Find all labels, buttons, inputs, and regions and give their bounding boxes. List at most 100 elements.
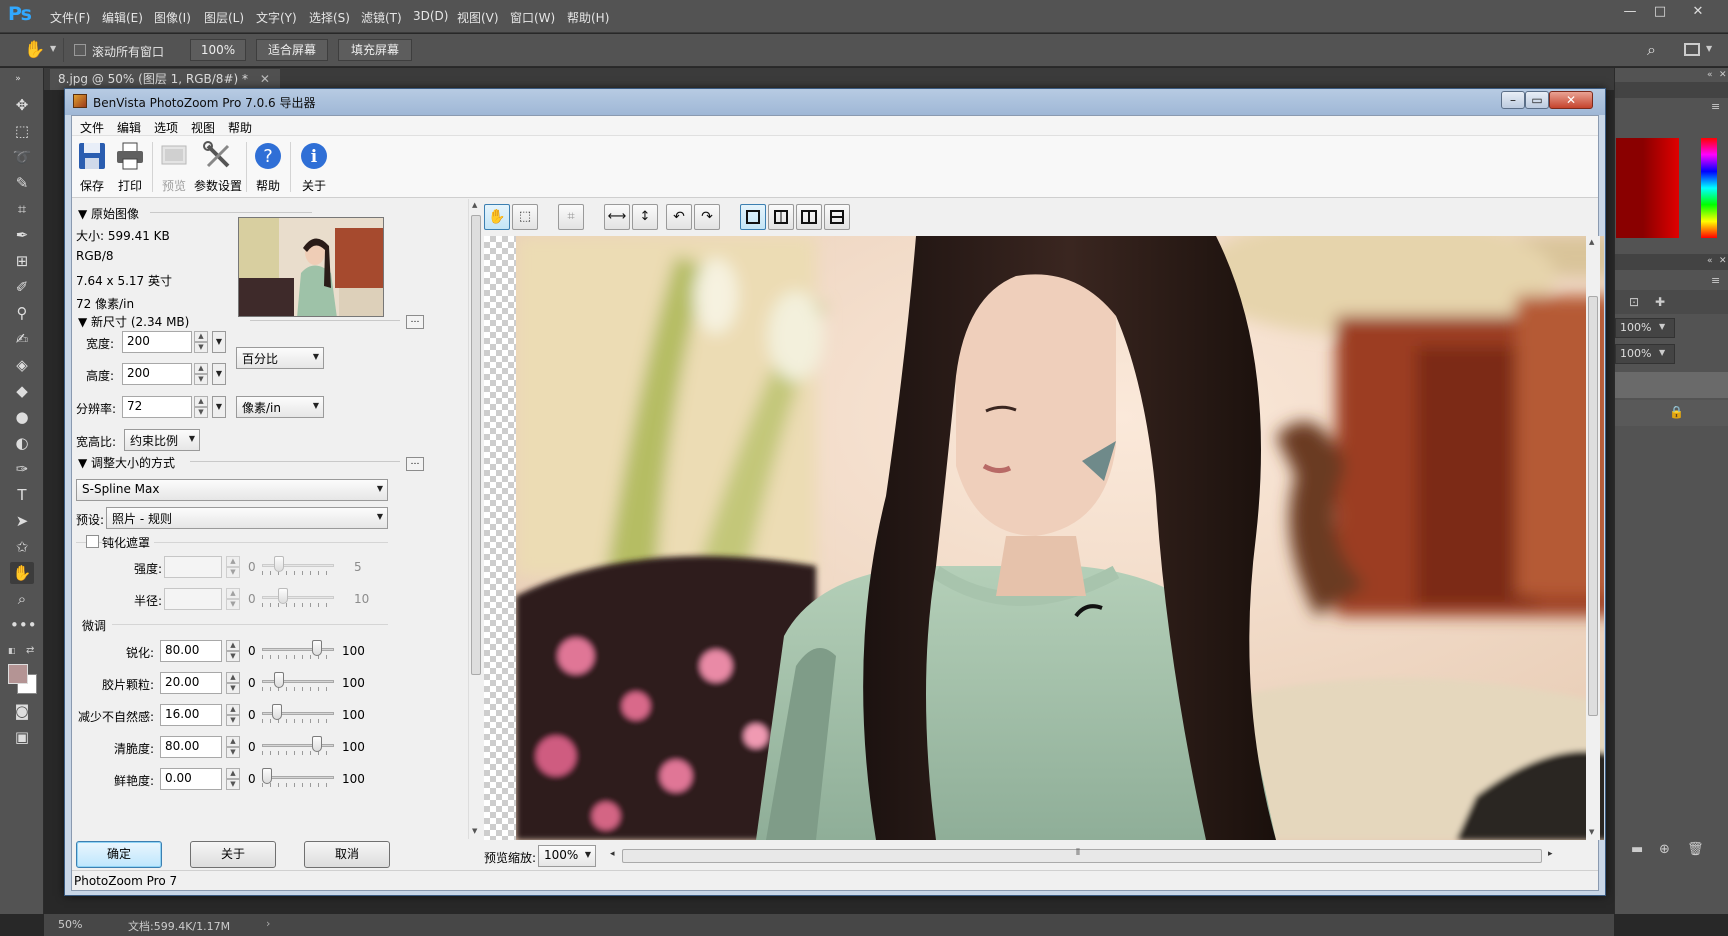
fine-value-input[interactable]: 0.00 (160, 768, 222, 790)
fine-spinner[interactable]: ▲ ▼ (226, 672, 240, 694)
menu-view[interactable]: 视图(V) (457, 9, 499, 26)
pz-menu-file[interactable]: 文件 (80, 119, 104, 136)
fine-slider[interactable] (262, 639, 334, 661)
preview-vscroll-thumb[interactable] (1588, 296, 1598, 716)
pz-minimize-icon[interactable]: – (1501, 91, 1525, 109)
about-button[interactable]: 关于 (190, 841, 276, 868)
menu-file[interactable]: 文件(F) (50, 9, 90, 26)
default-colors-icon[interactable]: ◧ (8, 646, 18, 656)
resolution-unit-select[interactable]: 像素/in (236, 396, 324, 418)
foreground-color-swatch[interactable] (8, 664, 28, 684)
hscroll-right-icon[interactable]: ▸ (1548, 849, 1553, 859)
close-icon[interactable]: ✕ (1685, 3, 1711, 21)
swap-colors-icon[interactable]: ⇄ (26, 645, 34, 656)
minimize-icon[interactable]: — (1617, 3, 1643, 21)
pz-print-button[interactable]: 打印 (112, 140, 148, 194)
preview-select-icon[interactable]: ⬚ (512, 204, 538, 230)
size-unit-select[interactable]: 百分比 (236, 347, 324, 369)
preview-zoom-select[interactable]: 100% (538, 845, 596, 867)
resize-method-header[interactable]: ▼ 调整大小的方式 (78, 454, 175, 471)
radius-spinner[interactable]: ▲ ▼ (226, 588, 240, 610)
panel-close-icon[interactable]: ✕ (1719, 70, 1727, 80)
brush-tool-icon[interactable]: ✐ (10, 276, 34, 298)
preview-crop-icon[interactable]: ⌗ (558, 204, 584, 230)
height-link-button[interactable]: ▼ (212, 363, 226, 385)
menu-image[interactable]: 图像(I) (154, 9, 191, 26)
preview-scroll-up-icon[interactable]: ▲ (1589, 238, 1594, 246)
panel-menu-icon[interactable]: ≡ (1711, 100, 1720, 113)
fine-slider-thumb[interactable] (272, 704, 282, 720)
settings-scroll-thumb[interactable] (471, 215, 481, 675)
document-tab[interactable]: 8.jpg @ 50% (图层 1, RGB/8#) * ✕ (50, 69, 280, 90)
fill-field[interactable]: 100% (1615, 344, 1675, 364)
preview-hand-icon[interactable]: ✋ (484, 204, 510, 230)
folder-icon[interactable]: ▬ (1631, 842, 1643, 857)
path-select-tool-icon[interactable]: ➤ (10, 510, 34, 532)
menu-filter[interactable]: 滤镜(T) (361, 9, 402, 26)
resize-more-button[interactable]: … (406, 457, 424, 471)
original-thumbnail[interactable] (238, 217, 384, 317)
tab-close-icon[interactable]: ✕ (260, 72, 270, 86)
width-spinner[interactable]: ▲ ▼ (194, 331, 208, 353)
blur-tool-icon[interactable]: ● (10, 406, 34, 428)
new-layer-icon[interactable]: ⊕ (1659, 842, 1670, 857)
view-single-icon[interactable] (740, 204, 766, 230)
fine-slider-thumb[interactable] (274, 672, 284, 688)
height-input[interactable]: 200 (122, 363, 192, 385)
hand-tool-active-icon[interactable]: ✋ (10, 562, 34, 584)
scroll-down-icon[interactable]: ▼ (472, 827, 477, 835)
flip-vertical-icon[interactable]: ↕ (632, 204, 658, 230)
panel-collapse-right-icon[interactable]: « (1707, 70, 1713, 80)
fine-value-input[interactable]: 80.00 (160, 640, 222, 662)
ok-button[interactable]: 确定 (76, 841, 162, 868)
width-link-button[interactable]: ▼ (212, 331, 226, 353)
move-tool-icon[interactable]: ✥ (10, 94, 34, 116)
scroll-up-icon[interactable]: ▲ (472, 201, 477, 209)
pz-menu-edit[interactable]: 编辑 (117, 119, 141, 136)
status-zoom[interactable]: 50% (58, 918, 82, 931)
fine-spinner[interactable]: ▲ ▼ (226, 704, 240, 726)
shape-tool-icon[interactable]: ✩ (10, 536, 34, 558)
hand-tool-icon[interactable]: ✋ (24, 40, 45, 60)
pen-tool-icon[interactable]: ✑ (10, 458, 34, 480)
lasso-tool-icon[interactable]: ➰ (10, 146, 34, 168)
radius-slider[interactable] (262, 587, 334, 609)
quick-select-tool-icon[interactable]: ✎ (10, 172, 34, 194)
fine-slider-thumb[interactable] (312, 736, 322, 752)
menu-help[interactable]: 帮助(H) (567, 9, 609, 26)
fit-screen-button[interactable]: 适合屏幕 (256, 39, 328, 61)
fine-slider[interactable] (262, 671, 334, 693)
fine-value-input[interactable]: 16.00 (160, 704, 222, 726)
unsharp-mask-checkbox[interactable] (86, 535, 99, 548)
menu-3d[interactable]: 3D(D) (413, 9, 448, 23)
search-icon[interactable]: ⌕ (1647, 40, 1656, 60)
scroll-all-checkbox[interactable] (74, 44, 86, 56)
panel2-menu-icon[interactable]: ≡ (1711, 274, 1720, 287)
menu-select[interactable]: 选择(S) (309, 9, 350, 26)
fine-slider[interactable] (262, 735, 334, 757)
trash-icon[interactable]: 🗑 (1687, 842, 1704, 857)
status-arrow-icon[interactable]: › (266, 917, 270, 930)
eyedropper-tool-icon[interactable]: ✒ (10, 224, 34, 246)
hscroll-left-icon[interactable]: ◂ (610, 849, 615, 859)
pz-help-button[interactable]: ? 帮助 (250, 140, 286, 194)
strength-input[interactable] (164, 556, 222, 578)
screen-mode-icon[interactable]: ▣ (10, 726, 34, 748)
lock-move-icon[interactable]: ✚ (1655, 295, 1665, 309)
view-side-by-side-icon[interactable] (796, 204, 822, 230)
preview-vertical-scrollbar[interactable]: ▲ ▼ (1586, 236, 1600, 840)
more-tools-icon[interactable]: ••• (10, 614, 37, 636)
flip-horizontal-icon[interactable]: ⟷ (604, 204, 630, 230)
fine-value-input[interactable]: 80.00 (160, 736, 222, 758)
workspace-icon[interactable] (1684, 43, 1700, 56)
panel2-close-icon[interactable]: ✕ (1719, 256, 1727, 266)
pz-maximize-icon[interactable]: ▭ (1525, 91, 1549, 109)
fill-screen-button[interactable]: 填充屏幕 (338, 39, 412, 61)
zoom-tool-icon[interactable]: ⌕ (10, 588, 34, 610)
hue-slider[interactable] (1701, 138, 1717, 238)
maximize-icon[interactable]: □ (1647, 3, 1673, 21)
fine-slider-thumb[interactable] (312, 640, 322, 656)
photozoom-titlebar[interactable]: BenVista PhotoZoom Pro 7.0.6 导出器 – ▭ ✕ (65, 89, 1605, 115)
strength-spinner[interactable]: ▲ ▼ (226, 556, 240, 578)
cancel-button[interactable]: 取消 (304, 841, 390, 868)
